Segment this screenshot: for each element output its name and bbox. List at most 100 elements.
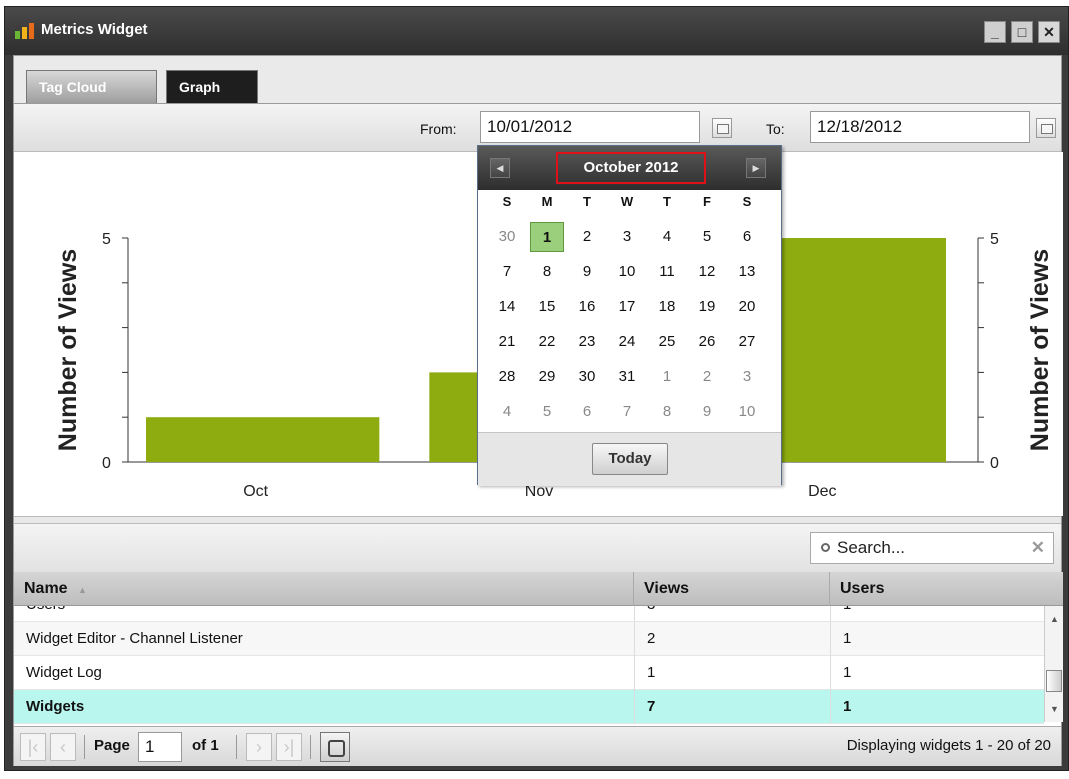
- clear-search-icon[interactable]: ✕: [1031, 533, 1045, 563]
- panel-divider[interactable]: [14, 516, 1061, 524]
- calendar-day[interactable]: 22: [530, 327, 564, 357]
- weekday-header: T: [583, 194, 591, 209]
- page-count-label: of 1: [192, 737, 219, 754]
- calendar-day-other-month[interactable]: 2: [690, 362, 724, 392]
- sort-ascending-icon: ▲: [78, 585, 87, 595]
- x-tick-label: Oct: [243, 483, 268, 500]
- calendar-day-selected[interactable]: 1: [530, 222, 564, 252]
- to-calendar-icon[interactable]: [1036, 118, 1056, 138]
- y-tick-label-left: 0: [102, 455, 111, 472]
- vertical-scrollbar[interactable]: ▲ ▼: [1044, 606, 1063, 722]
- table-row[interactable]: Widget Editor - Channel Listener 2 1: [14, 622, 1044, 656]
- calendar-day[interactable]: 20: [730, 292, 764, 322]
- calendar-day-other-month[interactable]: 8: [650, 397, 684, 427]
- calendar-day[interactable]: 7: [490, 257, 524, 287]
- table-row[interactable]: Widget Log 1 1: [14, 656, 1044, 690]
- calendar-day-other-month[interactable]: 6: [570, 397, 604, 427]
- from-label: From:: [420, 121, 457, 137]
- next-page-button[interactable]: ›: [246, 733, 272, 761]
- calendar-day[interactable]: 9: [570, 257, 604, 287]
- search-field[interactable]: Search... ✕: [810, 532, 1054, 564]
- calendar-day[interactable]: 6: [730, 222, 764, 252]
- calendar-day-other-month[interactable]: 5: [530, 397, 564, 427]
- bar-oct: [146, 417, 380, 462]
- calendar-day[interactable]: 21: [490, 327, 524, 357]
- weekday-header: S: [502, 194, 512, 209]
- cell-users: 1: [830, 690, 851, 724]
- from-calendar-icon[interactable]: [712, 118, 732, 138]
- calendar-day[interactable]: 26: [690, 327, 724, 357]
- calendar-day[interactable]: 14: [490, 292, 524, 322]
- tab-graph[interactable]: Graph: [166, 70, 258, 104]
- y-axis-title-right: Number of Views: [1026, 249, 1054, 451]
- calendar-day[interactable]: 3: [610, 222, 644, 252]
- calendar-day[interactable]: 16: [570, 292, 604, 322]
- calendar-day-other-month[interactable]: 30: [490, 222, 524, 252]
- weekday-header: W: [620, 194, 634, 209]
- calendar-day[interactable]: 27: [730, 327, 764, 357]
- refresh-button[interactable]: [320, 732, 350, 762]
- calendar-day[interactable]: 19: [690, 292, 724, 322]
- calendar-day[interactable]: 18: [650, 292, 684, 322]
- calendar-day[interactable]: 29: [530, 362, 564, 392]
- from-date-field[interactable]: 10/01/2012: [480, 111, 700, 143]
- calendar-day[interactable]: 2: [570, 222, 604, 252]
- calendar-day[interactable]: 13: [730, 257, 764, 287]
- cell-users: 1: [830, 606, 851, 621]
- next-month-button[interactable]: ▶: [746, 158, 766, 178]
- calendar-day-other-month[interactable]: 1: [650, 362, 684, 392]
- title-bar[interactable]: Metrics Widget _ □ ✕: [5, 7, 1068, 55]
- page-label: Page: [94, 737, 130, 754]
- scroll-down-icon[interactable]: ▼: [1050, 704, 1059, 714]
- calendar-day[interactable]: 4: [650, 222, 684, 252]
- calendar-day[interactable]: 12: [690, 257, 724, 287]
- minimize-button[interactable]: _: [984, 21, 1006, 43]
- grid-toolbar: Search... ✕: [14, 524, 1061, 572]
- scrollbar-thumb[interactable]: [1046, 670, 1062, 692]
- table-row[interactable]: Users 3 1: [14, 606, 1044, 622]
- calendar-day[interactable]: 31: [610, 362, 644, 392]
- calendar-day[interactable]: 17: [610, 292, 644, 322]
- cell-views: 2: [634, 622, 655, 656]
- first-page-button[interactable]: |‹: [20, 733, 46, 761]
- calendar-day[interactable]: 28: [490, 362, 524, 392]
- cell-views: 3: [634, 606, 655, 621]
- scroll-up-icon[interactable]: ▲: [1050, 614, 1059, 624]
- today-button[interactable]: Today: [592, 443, 668, 475]
- column-header-views[interactable]: Views: [634, 572, 830, 606]
- calendar-day[interactable]: 30: [570, 362, 604, 392]
- cell-name: Users: [14, 606, 65, 621]
- calendar-day-other-month[interactable]: 4: [490, 397, 524, 427]
- calendar-day[interactable]: 24: [610, 327, 644, 357]
- close-button[interactable]: ✕: [1038, 21, 1060, 43]
- column-header-users[interactable]: Users: [830, 572, 1044, 606]
- date-picker-popup: ◀ October 2012 ▶ S M T W T F S 30 1 2 3 4 5 6 7 8 9 10 11 1…: [477, 145, 782, 486]
- y-tick-label-left: 5: [102, 231, 111, 248]
- separator: [236, 735, 237, 759]
- page-number-input[interactable]: 1: [138, 732, 182, 762]
- to-date-field[interactable]: 12/18/2012: [810, 111, 1030, 143]
- to-label: To:: [766, 121, 785, 137]
- table-row-selected[interactable]: Widgets 7 1: [14, 690, 1044, 724]
- calendar-day[interactable]: 11: [650, 257, 684, 287]
- calendar-day[interactable]: 8: [530, 257, 564, 287]
- column-header-name[interactable]: Name ▲: [14, 572, 634, 606]
- calendar-day-other-month[interactable]: 7: [610, 397, 644, 427]
- separator: [84, 735, 85, 759]
- calendar-day[interactable]: 10: [610, 257, 644, 287]
- month-year-label[interactable]: October 2012: [556, 152, 706, 184]
- calendar-day-other-month[interactable]: 9: [690, 397, 724, 427]
- search-icon: [821, 543, 830, 552]
- last-page-button[interactable]: ›|: [276, 733, 302, 761]
- calendar-day[interactable]: 15: [530, 292, 564, 322]
- calendar-day[interactable]: 23: [570, 327, 604, 357]
- prev-month-button[interactable]: ◀: [490, 158, 510, 178]
- calendar-day-other-month[interactable]: 10: [730, 397, 764, 427]
- weekday-header: M: [541, 194, 553, 209]
- calendar-day-other-month[interactable]: 3: [730, 362, 764, 392]
- tab-tag-cloud[interactable]: Tag Cloud: [26, 70, 157, 104]
- prev-page-button[interactable]: ‹: [50, 733, 76, 761]
- maximize-button[interactable]: □: [1011, 21, 1033, 43]
- calendar-day[interactable]: 5: [690, 222, 724, 252]
- calendar-day[interactable]: 25: [650, 327, 684, 357]
